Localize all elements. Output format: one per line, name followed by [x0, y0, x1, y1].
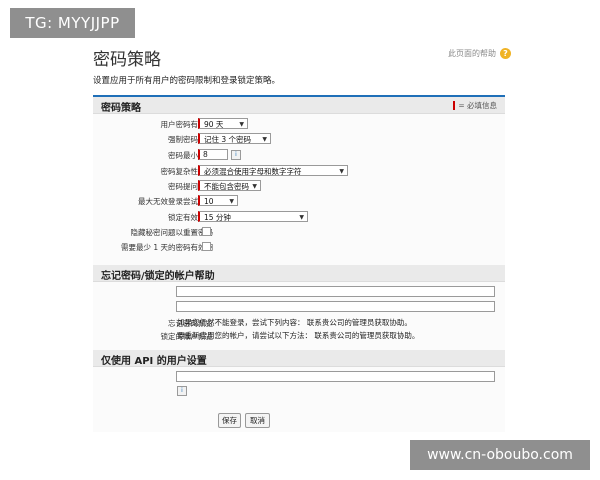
section-header-api-only: 仅使用 API 的用户设置 — [93, 350, 505, 367]
expire-select-value: 90 天 — [204, 120, 224, 129]
attempts-select-value: 10 — [204, 197, 214, 206]
section-title: 忘记密码/锁定的帐户帮助 — [101, 271, 215, 282]
history-select[interactable]: 记住 3 个密码 ▼ — [198, 133, 271, 144]
history-select-value: 记住 3 个密码 — [204, 135, 252, 144]
chevron-down-icon: ▼ — [339, 168, 344, 175]
complexity-select[interactable]: 必须混合使用字母和数字字符 ▼ — [198, 165, 348, 176]
password-policy-panel: 密码策略 = 必填信息 用户密码有效期 90 天 ▼ 强制密码历史 记住 3 个… — [93, 95, 505, 432]
info-icon[interactable]: i — [231, 150, 241, 160]
chevron-down-icon: ▼ — [299, 214, 304, 221]
attempts-label: 最大无效登录尝试次数 — [138, 197, 213, 206]
section-title: 仅使用 API 的用户设置 — [101, 356, 207, 367]
watermark-top-left: TG: MYYJJPP — [10, 8, 135, 38]
min-lifetime-label: 需要最少 1 天的密码有效期 — [120, 243, 213, 252]
expire-label: 用户密码有效期 — [160, 120, 214, 129]
chevron-down-icon: ▼ — [252, 183, 257, 190]
section-title: 密码策略 — [101, 103, 141, 114]
min-lifetime-checkbox[interactable] — [202, 242, 211, 251]
attempts-select[interactable]: 10 ▼ — [198, 195, 238, 206]
cancel-button[interactable]: 取消 — [245, 413, 270, 428]
help-icon[interactable]: ? — [500, 48, 511, 59]
forgot-preview-text: 如果您仍然不能登录，尝试下列内容： 联系贵公司的管理员获取协助。 — [177, 318, 412, 327]
complexity-label: 密码复杂性要求 — [160, 167, 214, 176]
lockout-label: 锁定有效期间 — [168, 213, 213, 222]
help-link-input[interactable] — [176, 301, 495, 312]
question-select-value: 不能包含密码 — [204, 182, 249, 191]
minlen-label: 密码最小长度 — [168, 151, 213, 160]
question-select[interactable]: 不能包含密码 ▼ — [198, 180, 261, 191]
history-label: 强制密码历史 — [168, 135, 213, 144]
required-legend-text: = 必填信息 — [458, 101, 497, 110]
hide-answers-label: 隐藏秘密问题以重置密码 — [130, 228, 214, 237]
alt-home-input[interactable] — [176, 371, 495, 382]
chevron-down-icon: ▼ — [239, 121, 244, 128]
help-link-label: 此页面的帮助 — [448, 49, 496, 58]
chevron-down-icon: ▼ — [262, 136, 267, 143]
page-description: 设置应用于所有用户的密码限制和登录锁定策略。 — [93, 76, 281, 86]
lockout-select-value: 15 分钟 — [204, 213, 231, 222]
section-header-password-policy: 密码策略 = 必填信息 — [93, 97, 505, 114]
save-button[interactable]: 保存 — [218, 413, 241, 428]
question-label: 密码提问要求 — [168, 182, 213, 191]
expire-select[interactable]: 90 天 ▼ — [198, 118, 248, 129]
chevron-down-icon: ▼ — [229, 198, 234, 205]
locked-preview-text: 要重新启用您的帐户，请尝试以下方法： 联系贵公司的管理员获取协助。 — [177, 331, 420, 340]
watermark-bottom-right: www.cn-oboubo.com — [410, 440, 590, 470]
required-marker — [453, 101, 456, 110]
hide-answers-checkbox[interactable] — [202, 227, 211, 236]
required-legend: = 必填信息 — [453, 100, 497, 111]
complexity-select-value: 必须混合使用字母和数字字符 — [204, 167, 302, 176]
help-link[interactable]: 此页面的帮助 ? — [448, 48, 511, 59]
message-input[interactable] — [176, 286, 495, 297]
section-header-forgot-password: 忘记密码/锁定的帐户帮助 — [93, 265, 505, 282]
minlen-input[interactable]: 8 — [198, 149, 228, 160]
page-title: 密码策略 — [93, 50, 161, 70]
lockout-select[interactable]: 15 分钟 ▼ — [198, 211, 308, 222]
info-icon[interactable]: i — [177, 386, 187, 396]
